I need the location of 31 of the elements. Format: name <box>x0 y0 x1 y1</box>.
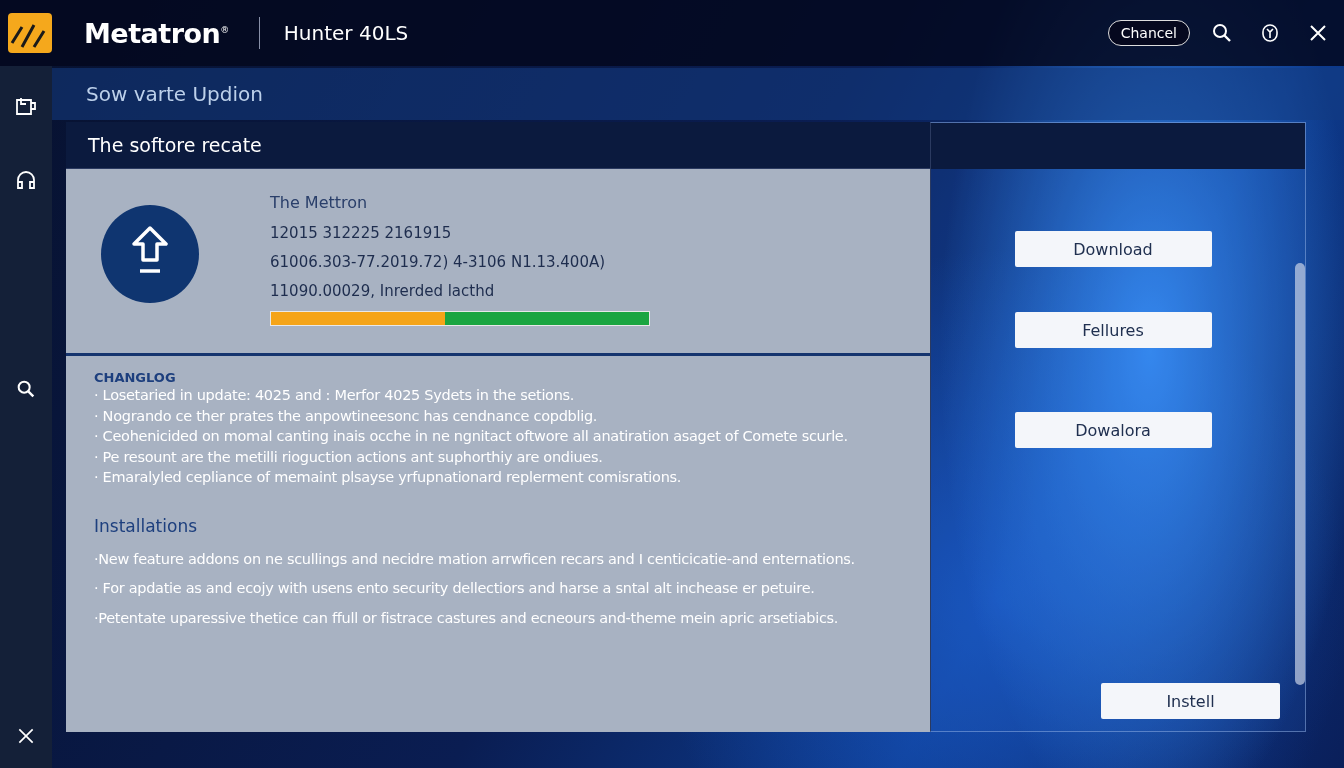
installations-heading: Installations <box>94 515 198 536</box>
logo-icon <box>8 13 52 53</box>
action-button[interactable]: Download <box>1014 231 1212 267</box>
tool-icon[interactable] <box>1260 23 1280 43</box>
product-name: Hunter 40LS <box>283 21 409 45</box>
installation-item: ·Petentate uparessive thetice can ffull or fistrace castures and ecneours and-theme mein apric arsetiabics. <box>94 608 840 628</box>
action-button[interactable]: Dowalora <box>1014 412 1212 448</box>
version-info: 61006.303-77.2019.72) 4-3106 N1.13.400A) <box>270 253 607 271</box>
cancel-button[interactable]: Chancel <box>1107 20 1190 46</box>
installation-item: · For apdatie as and ecojy with usens ento security dellectiors and harse a sntal alt inchease er petuire. <box>94 579 816 598</box>
brand-name: Metatron$^{®}$ <box>84 17 229 49</box>
changelog-item: · Nogrando ce ther prates the anpowtineesonc has cendnance copdblig. <box>94 406 599 426</box>
headset-icon[interactable] <box>14 168 38 192</box>
changelog-item: · Pe resount are the metilli rioguction actions ant suphorthiy are ondiues. <box>94 447 604 467</box>
page-title: Sow varte Updion <box>86 82 263 106</box>
installation-item: ·New feature addons on ne scullings and necidre mation arrwficen recars and I centicicatie-and enternations. <box>94 549 856 569</box>
version-info: 11090.00029, Inrerded lacthd <box>270 282 496 300</box>
close-icon[interactable] <box>1308 23 1328 43</box>
scrollbar[interactable] <box>1295 263 1305 685</box>
action-button[interactable]: Fellures <box>1014 312 1212 348</box>
upload-icon <box>100 204 200 304</box>
search-icon[interactable] <box>1212 23 1232 43</box>
card-title: The softore recate <box>88 134 262 156</box>
software-name: The Mettron <box>270 193 369 212</box>
changelog-item: · Ceohenicided on momal canting inais ocche in ne ngnitact oftwore all anatiration asaget of Comete scurle. <box>94 427 849 446</box>
changelog-item: · Losetaried in update: 4025 and : Merfor 4025 Sydets in the setions. <box>94 386 576 405</box>
changelog-heading: CHANGLOG <box>94 370 177 385</box>
version-info: 12015 312225 2161915 <box>270 224 453 242</box>
changelog-item: · Emaralyled cepliance of memaint plsayse yrfupnationard replerment comisrations. <box>94 468 683 487</box>
install-button[interactable]: Instell <box>1101 683 1280 719</box>
search-icon[interactable] <box>15 378 37 400</box>
